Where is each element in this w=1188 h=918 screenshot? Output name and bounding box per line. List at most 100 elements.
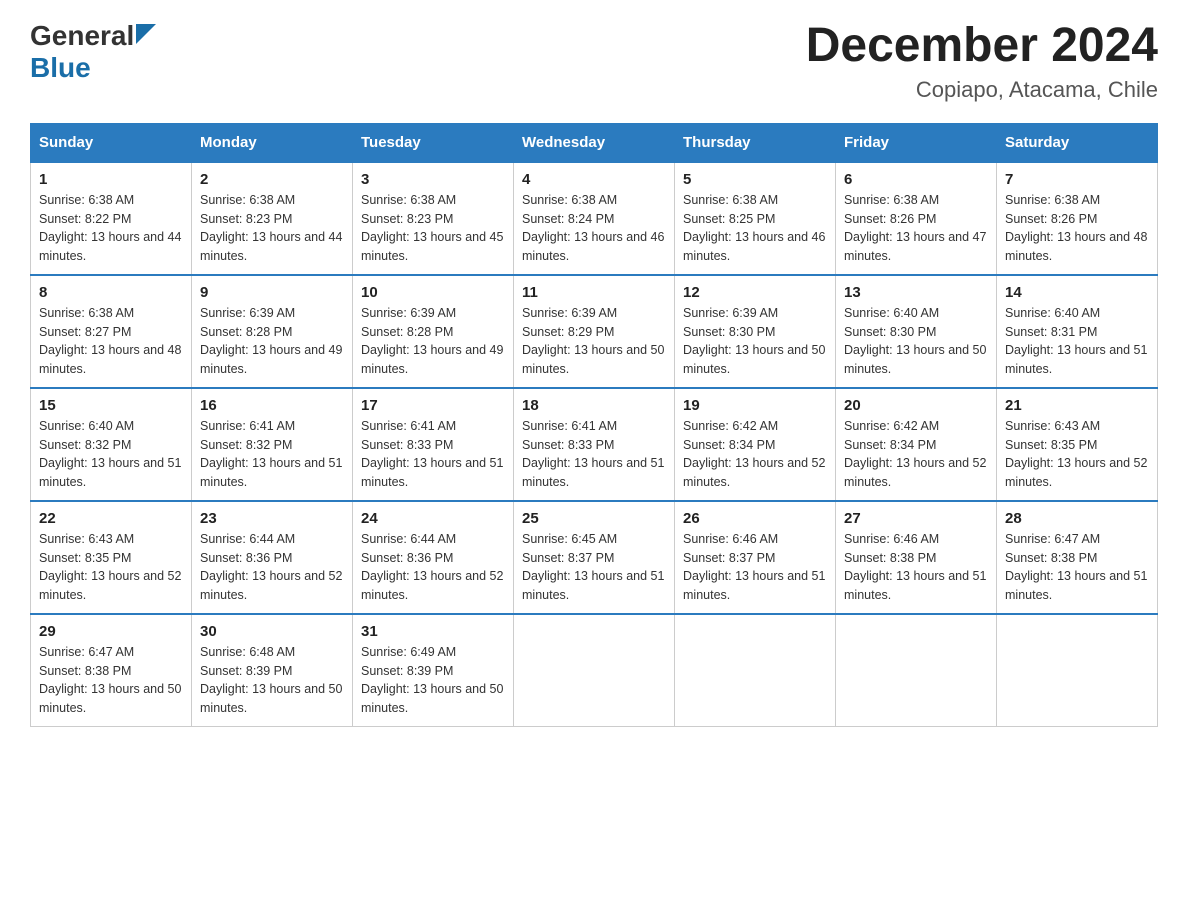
logo: General Blue bbox=[30, 20, 156, 84]
calendar-week-row: 15 Sunrise: 6:40 AM Sunset: 8:32 PM Dayl… bbox=[31, 388, 1158, 501]
logo-triangle-icon bbox=[136, 24, 156, 44]
calendar-cell: 13 Sunrise: 6:40 AM Sunset: 8:30 PM Dayl… bbox=[836, 275, 997, 388]
calendar-cell: 6 Sunrise: 6:38 AM Sunset: 8:26 PM Dayli… bbox=[836, 162, 997, 275]
calendar-cell: 15 Sunrise: 6:40 AM Sunset: 8:32 PM Dayl… bbox=[31, 388, 192, 501]
calendar-cell: 28 Sunrise: 6:47 AM Sunset: 8:38 PM Dayl… bbox=[997, 501, 1158, 614]
calendar-cell: 27 Sunrise: 6:46 AM Sunset: 8:38 PM Dayl… bbox=[836, 501, 997, 614]
calendar-cell: 3 Sunrise: 6:38 AM Sunset: 8:23 PM Dayli… bbox=[353, 162, 514, 275]
day-number: 9 bbox=[200, 284, 344, 301]
day-number: 5 bbox=[683, 171, 827, 188]
day-info: Sunrise: 6:40 AM Sunset: 8:32 PM Dayligh… bbox=[39, 417, 183, 492]
calendar-cell: 17 Sunrise: 6:41 AM Sunset: 8:33 PM Dayl… bbox=[353, 388, 514, 501]
calendar-cell: 22 Sunrise: 6:43 AM Sunset: 8:35 PM Dayl… bbox=[31, 501, 192, 614]
day-number: 2 bbox=[200, 171, 344, 188]
calendar-cell: 14 Sunrise: 6:40 AM Sunset: 8:31 PM Dayl… bbox=[997, 275, 1158, 388]
day-info: Sunrise: 6:44 AM Sunset: 8:36 PM Dayligh… bbox=[361, 530, 505, 605]
day-number: 25 bbox=[522, 510, 666, 527]
calendar-cell: 9 Sunrise: 6:39 AM Sunset: 8:28 PM Dayli… bbox=[192, 275, 353, 388]
day-info: Sunrise: 6:38 AM Sunset: 8:25 PM Dayligh… bbox=[683, 191, 827, 266]
day-number: 3 bbox=[361, 171, 505, 188]
day-info: Sunrise: 6:41 AM Sunset: 8:32 PM Dayligh… bbox=[200, 417, 344, 492]
weekday-header-wednesday: Wednesday bbox=[514, 123, 675, 162]
calendar-cell: 23 Sunrise: 6:44 AM Sunset: 8:36 PM Dayl… bbox=[192, 501, 353, 614]
day-info: Sunrise: 6:44 AM Sunset: 8:36 PM Dayligh… bbox=[200, 530, 344, 605]
day-number: 13 bbox=[844, 284, 988, 301]
day-info: Sunrise: 6:42 AM Sunset: 8:34 PM Dayligh… bbox=[844, 417, 988, 492]
day-info: Sunrise: 6:49 AM Sunset: 8:39 PM Dayligh… bbox=[361, 643, 505, 718]
logo-blue-text: Blue bbox=[30, 52, 91, 83]
day-number: 31 bbox=[361, 623, 505, 640]
calendar-cell: 19 Sunrise: 6:42 AM Sunset: 8:34 PM Dayl… bbox=[675, 388, 836, 501]
day-info: Sunrise: 6:43 AM Sunset: 8:35 PM Dayligh… bbox=[1005, 417, 1149, 492]
day-info: Sunrise: 6:47 AM Sunset: 8:38 PM Dayligh… bbox=[1005, 530, 1149, 605]
day-info: Sunrise: 6:39 AM Sunset: 8:29 PM Dayligh… bbox=[522, 304, 666, 379]
calendar-header-row: SundayMondayTuesdayWednesdayThursdayFrid… bbox=[31, 123, 1158, 162]
day-number: 22 bbox=[39, 510, 183, 527]
day-number: 29 bbox=[39, 623, 183, 640]
day-info: Sunrise: 6:38 AM Sunset: 8:22 PM Dayligh… bbox=[39, 191, 183, 266]
calendar-cell bbox=[514, 614, 675, 727]
day-number: 24 bbox=[361, 510, 505, 527]
calendar-week-row: 8 Sunrise: 6:38 AM Sunset: 8:27 PM Dayli… bbox=[31, 275, 1158, 388]
calendar-cell: 8 Sunrise: 6:38 AM Sunset: 8:27 PM Dayli… bbox=[31, 275, 192, 388]
day-number: 7 bbox=[1005, 171, 1149, 188]
calendar-cell: 12 Sunrise: 6:39 AM Sunset: 8:30 PM Dayl… bbox=[675, 275, 836, 388]
day-number: 26 bbox=[683, 510, 827, 527]
day-info: Sunrise: 6:38 AM Sunset: 8:24 PM Dayligh… bbox=[522, 191, 666, 266]
day-number: 10 bbox=[361, 284, 505, 301]
day-number: 19 bbox=[683, 397, 827, 414]
day-number: 16 bbox=[200, 397, 344, 414]
calendar-week-row: 1 Sunrise: 6:38 AM Sunset: 8:22 PM Dayli… bbox=[31, 162, 1158, 275]
calendar-cell: 4 Sunrise: 6:38 AM Sunset: 8:24 PM Dayli… bbox=[514, 162, 675, 275]
weekday-header-thursday: Thursday bbox=[675, 123, 836, 162]
day-info: Sunrise: 6:38 AM Sunset: 8:27 PM Dayligh… bbox=[39, 304, 183, 379]
calendar-week-row: 22 Sunrise: 6:43 AM Sunset: 8:35 PM Dayl… bbox=[31, 501, 1158, 614]
day-info: Sunrise: 6:41 AM Sunset: 8:33 PM Dayligh… bbox=[522, 417, 666, 492]
calendar-cell: 1 Sunrise: 6:38 AM Sunset: 8:22 PM Dayli… bbox=[31, 162, 192, 275]
calendar-cell: 2 Sunrise: 6:38 AM Sunset: 8:23 PM Dayli… bbox=[192, 162, 353, 275]
calendar-cell bbox=[836, 614, 997, 727]
day-info: Sunrise: 6:38 AM Sunset: 8:26 PM Dayligh… bbox=[1005, 191, 1149, 266]
day-number: 28 bbox=[1005, 510, 1149, 527]
day-number: 14 bbox=[1005, 284, 1149, 301]
page-header: General Blue December 2024 Copiapo, Atac… bbox=[30, 20, 1158, 103]
calendar-cell: 21 Sunrise: 6:43 AM Sunset: 8:35 PM Dayl… bbox=[997, 388, 1158, 501]
day-number: 21 bbox=[1005, 397, 1149, 414]
weekday-header-tuesday: Tuesday bbox=[353, 123, 514, 162]
day-info: Sunrise: 6:46 AM Sunset: 8:37 PM Dayligh… bbox=[683, 530, 827, 605]
calendar-cell: 16 Sunrise: 6:41 AM Sunset: 8:32 PM Dayl… bbox=[192, 388, 353, 501]
day-number: 8 bbox=[39, 284, 183, 301]
calendar-cell: 25 Sunrise: 6:45 AM Sunset: 8:37 PM Dayl… bbox=[514, 501, 675, 614]
day-number: 23 bbox=[200, 510, 344, 527]
day-info: Sunrise: 6:38 AM Sunset: 8:26 PM Dayligh… bbox=[844, 191, 988, 266]
day-info: Sunrise: 6:40 AM Sunset: 8:30 PM Dayligh… bbox=[844, 304, 988, 379]
calendar-week-row: 29 Sunrise: 6:47 AM Sunset: 8:38 PM Dayl… bbox=[31, 614, 1158, 727]
calendar-cell: 10 Sunrise: 6:39 AM Sunset: 8:28 PM Dayl… bbox=[353, 275, 514, 388]
day-info: Sunrise: 6:43 AM Sunset: 8:35 PM Dayligh… bbox=[39, 530, 183, 605]
day-info: Sunrise: 6:39 AM Sunset: 8:28 PM Dayligh… bbox=[200, 304, 344, 379]
calendar-cell: 18 Sunrise: 6:41 AM Sunset: 8:33 PM Dayl… bbox=[514, 388, 675, 501]
title-block: December 2024 Copiapo, Atacama, Chile bbox=[806, 20, 1158, 103]
month-title: December 2024 bbox=[806, 20, 1158, 73]
day-number: 1 bbox=[39, 171, 183, 188]
day-number: 17 bbox=[361, 397, 505, 414]
weekday-header-monday: Monday bbox=[192, 123, 353, 162]
weekday-header-saturday: Saturday bbox=[997, 123, 1158, 162]
day-info: Sunrise: 6:39 AM Sunset: 8:30 PM Dayligh… bbox=[683, 304, 827, 379]
day-number: 27 bbox=[844, 510, 988, 527]
day-number: 15 bbox=[39, 397, 183, 414]
day-info: Sunrise: 6:47 AM Sunset: 8:38 PM Dayligh… bbox=[39, 643, 183, 718]
day-info: Sunrise: 6:46 AM Sunset: 8:38 PM Dayligh… bbox=[844, 530, 988, 605]
calendar-cell: 20 Sunrise: 6:42 AM Sunset: 8:34 PM Dayl… bbox=[836, 388, 997, 501]
day-info: Sunrise: 6:45 AM Sunset: 8:37 PM Dayligh… bbox=[522, 530, 666, 605]
day-info: Sunrise: 6:40 AM Sunset: 8:31 PM Dayligh… bbox=[1005, 304, 1149, 379]
day-number: 20 bbox=[844, 397, 988, 414]
day-info: Sunrise: 6:38 AM Sunset: 8:23 PM Dayligh… bbox=[200, 191, 344, 266]
day-number: 4 bbox=[522, 171, 666, 188]
day-info: Sunrise: 6:48 AM Sunset: 8:39 PM Dayligh… bbox=[200, 643, 344, 718]
calendar-cell: 24 Sunrise: 6:44 AM Sunset: 8:36 PM Dayl… bbox=[353, 501, 514, 614]
day-number: 11 bbox=[522, 284, 666, 301]
location-title: Copiapo, Atacama, Chile bbox=[806, 77, 1158, 103]
calendar-table: SundayMondayTuesdayWednesdayThursdayFrid… bbox=[30, 123, 1158, 727]
day-info: Sunrise: 6:41 AM Sunset: 8:33 PM Dayligh… bbox=[361, 417, 505, 492]
